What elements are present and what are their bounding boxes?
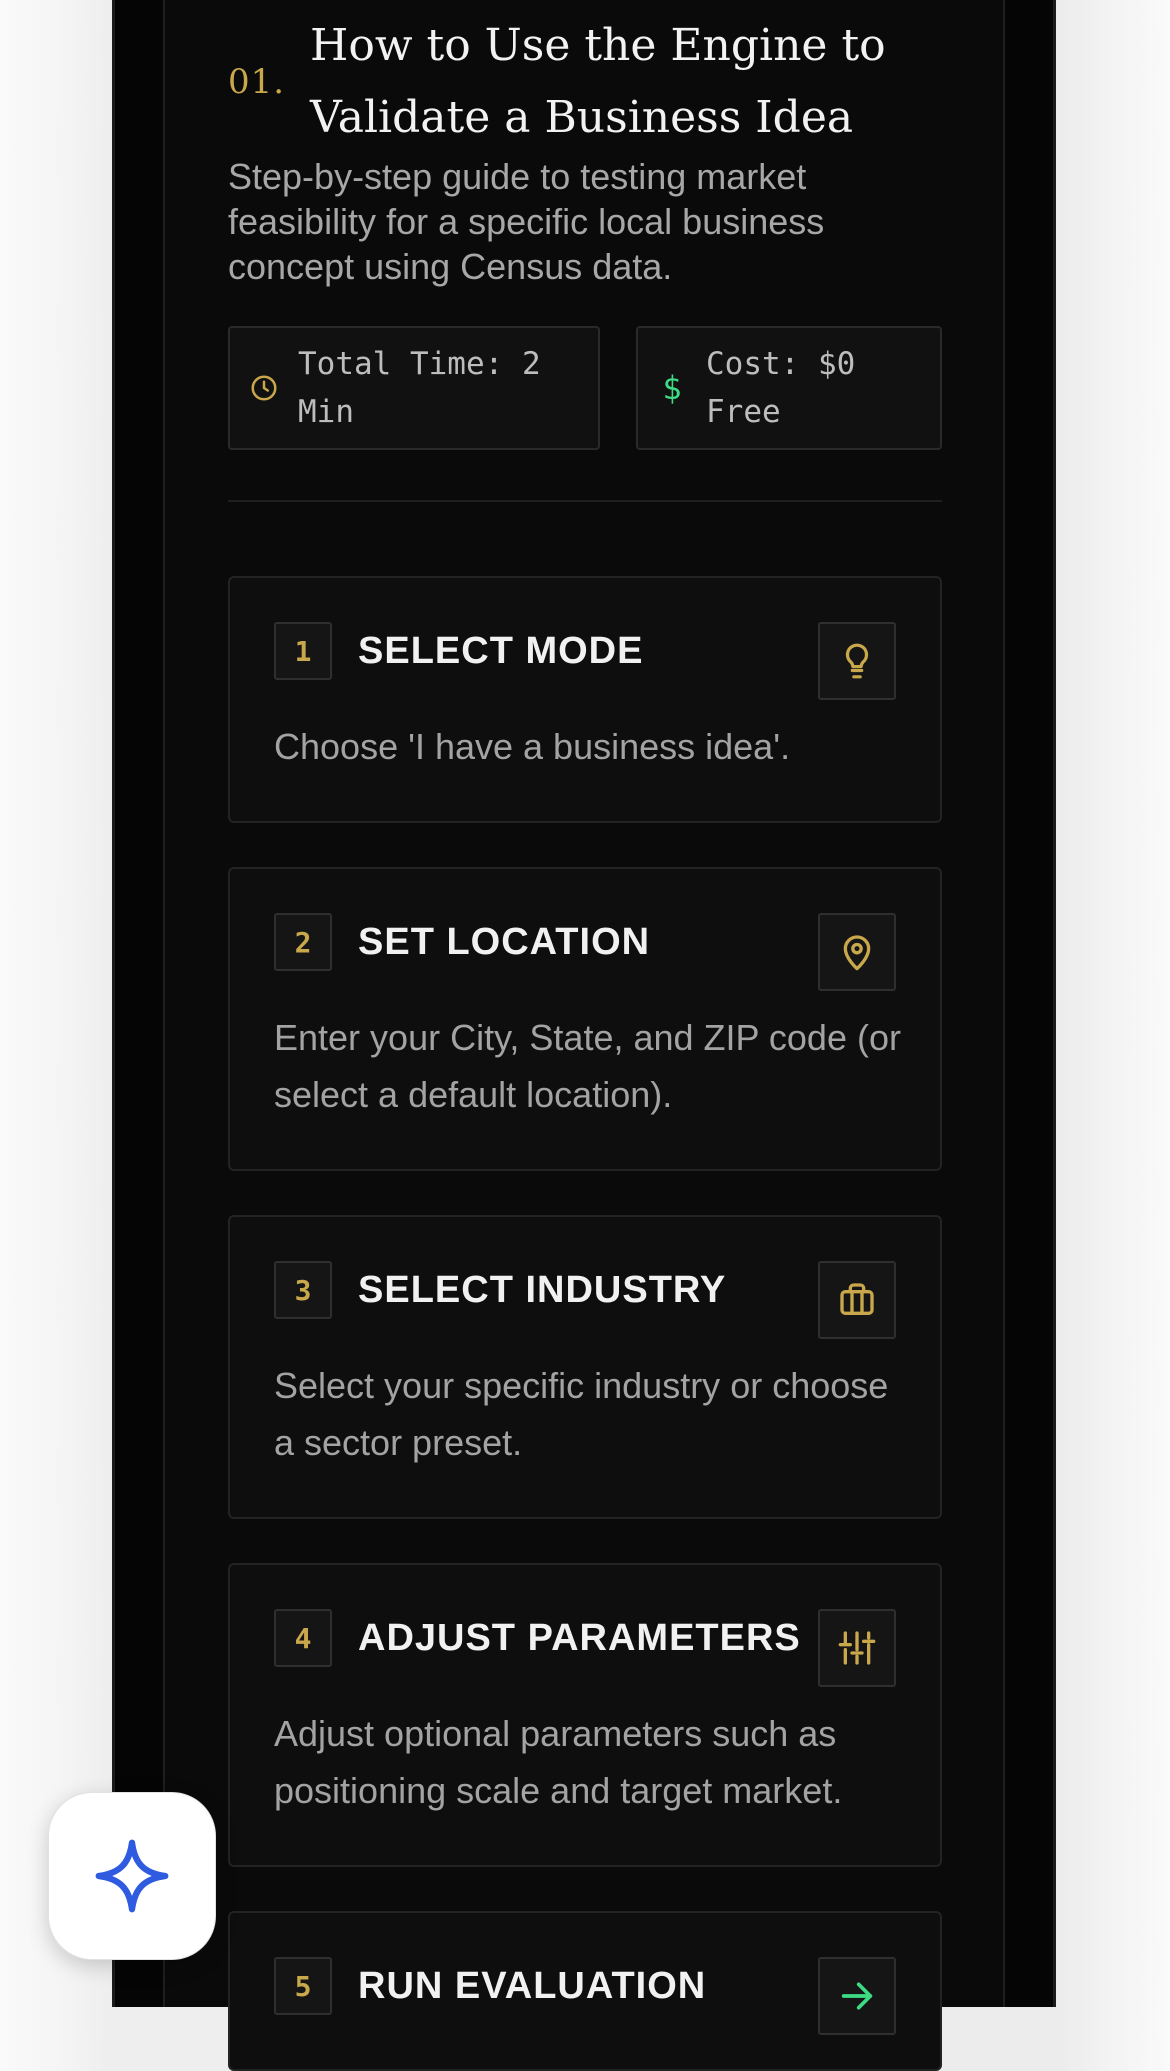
step-title: ADJUST PARAMETERS	[358, 1617, 801, 1659]
briefcase-icon	[818, 1261, 896, 1339]
section-divider	[228, 500, 942, 502]
map-pin-icon	[818, 913, 896, 991]
step-number: 5	[274, 1957, 332, 2015]
step-card-1: 1 SELECT MODE Choose 'I have a business …	[228, 576, 942, 823]
clock-icon	[230, 373, 298, 403]
section-number: 01.	[228, 62, 286, 102]
step-title: SELECT MODE	[358, 630, 644, 672]
ai-assistant-button[interactable]	[48, 1792, 216, 1960]
section-title: How to Use the Engine to Validate a Busi…	[310, 20, 886, 143]
step-number: 3	[274, 1261, 332, 1319]
step-number: 4	[274, 1609, 332, 1667]
step-description: Adjust optional parameters such as posit…	[274, 1713, 843, 1811]
section-description: Step-by-step guide to testing market fea…	[228, 156, 825, 287]
step-description: Select your specific industry or choose …	[274, 1365, 889, 1463]
total-time-badge: Total Time: 2 Min	[228, 326, 600, 450]
arrow-right-icon[interactable]	[818, 1957, 896, 2035]
sliders-icon	[818, 1609, 896, 1687]
cost-badge: $ Cost: $0 Free	[636, 326, 942, 450]
step-number: 2	[274, 913, 332, 971]
step-title: RUN EVALUATION	[358, 1965, 707, 2007]
step-title: SET LOCATION	[358, 921, 651, 963]
step-card-2: 2 SET LOCATION Enter your City, State, a…	[228, 867, 942, 1171]
step-card-3: 3 SELECT INDUSTRY Select your specific i…	[228, 1215, 942, 1519]
dollar-icon: $	[662, 369, 682, 407]
step-card-4: 4 ADJUST PARAMETERS Adjust optional para…	[228, 1563, 942, 1867]
step-number: 1	[274, 622, 332, 680]
lightbulb-icon	[818, 622, 896, 700]
sparkle-icon	[95, 1839, 169, 1913]
total-time-label: Total Time: 2 Min	[298, 346, 541, 430]
step-description: Choose 'I have a business idea'.	[274, 726, 791, 767]
step-title: SELECT INDUSTRY	[358, 1269, 727, 1311]
step-card-5: 5 RUN EVALUATION	[228, 1911, 942, 2071]
step-description: Enter your City, State, and ZIP code (or…	[274, 1017, 901, 1115]
cost-label: Cost: $0 Free	[706, 346, 856, 430]
